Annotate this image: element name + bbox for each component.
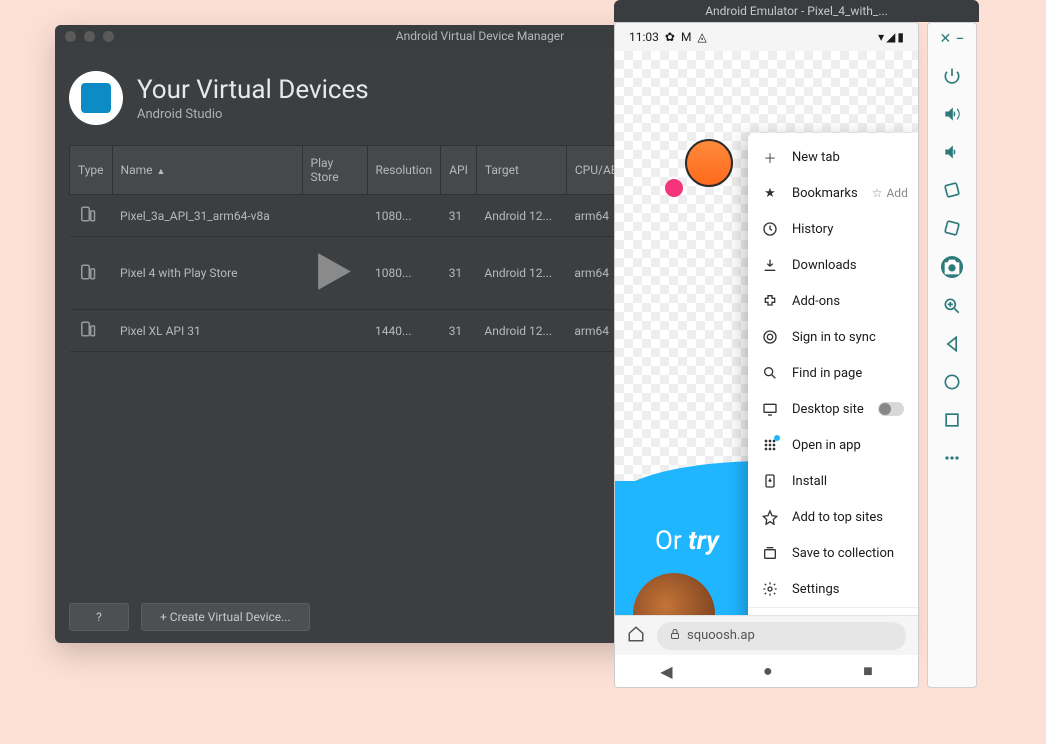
emulator-screen: 11:03 ✿ M ◬ ▾ ◢ ▮ Or try	[614, 22, 919, 688]
help-button[interactable]: ?	[69, 603, 129, 631]
avatar	[685, 139, 733, 187]
menu-history[interactable]: History	[748, 211, 918, 247]
wifi-icon: ▾	[878, 30, 884, 44]
volume-up-icon[interactable]	[942, 104, 962, 124]
volume-down-icon[interactable]	[942, 142, 962, 162]
url-bar: squoosh.ap	[615, 615, 918, 655]
menu-save-collection[interactable]: Save to collection	[748, 535, 918, 571]
col-api[interactable]: API	[441, 146, 477, 195]
collection-icon	[762, 545, 778, 561]
col-playstore[interactable]: Play Store	[302, 146, 367, 195]
url-text: squoosh.ap	[687, 628, 755, 643]
download-icon	[762, 257, 778, 273]
traffic-lights[interactable]	[65, 31, 114, 42]
menu-desktop-site[interactable]: Desktop site	[748, 391, 918, 427]
home-icon[interactable]	[627, 625, 645, 647]
phone-content: Or try ＋New tab ★Bookmarks☆ Add History …	[615, 51, 918, 633]
clock-icon	[762, 221, 778, 237]
nav-recent-button[interactable]: ■	[863, 661, 873, 681]
home-icon[interactable]	[942, 372, 962, 392]
menu-install[interactable]: Install	[748, 463, 918, 499]
star-filled-icon: ★	[762, 185, 778, 201]
menu-find[interactable]: Find in page	[748, 355, 918, 391]
sync-icon	[762, 329, 778, 345]
signal-icon: ◢	[886, 30, 895, 44]
avd-header-subtitle: Android Studio	[137, 107, 369, 122]
overview-icon[interactable]	[942, 410, 962, 430]
statusbar-time: 11:03	[629, 30, 659, 44]
emulator-window-title: Android Emulator - Pixel_4_with_...	[705, 4, 888, 18]
device-icon	[78, 205, 96, 223]
screenshot-icon[interactable]	[941, 256, 963, 278]
zoom-icon[interactable]	[942, 296, 962, 316]
android-navbar: ◀ ● ■	[615, 655, 918, 687]
menu-downloads[interactable]: Downloads	[748, 247, 918, 283]
create-device-button[interactable]: + Create Virtual Device...	[141, 603, 310, 631]
col-name[interactable]: Name▲	[112, 146, 302, 195]
more-icon[interactable]	[942, 448, 962, 468]
browser-menu: ＋New tab ★Bookmarks☆ Add History Downloa…	[748, 133, 918, 633]
hero-text: Or try	[655, 526, 719, 556]
back-icon[interactable]	[942, 334, 962, 354]
lock-icon	[669, 628, 681, 644]
power-icon[interactable]	[942, 66, 962, 86]
url-field[interactable]: squoosh.ap	[657, 622, 906, 650]
desktop-icon	[762, 401, 778, 417]
emulator-minimize-button[interactable]: −	[955, 29, 964, 48]
col-type[interactable]: Type	[70, 146, 113, 195]
menu-addons[interactable]: Add-ons	[748, 283, 918, 319]
avd-header-title: Your Virtual Devices	[137, 75, 369, 105]
search-icon	[762, 365, 778, 381]
menu-bookmarks[interactable]: ★Bookmarks☆ Add	[748, 175, 918, 211]
pin-icon	[762, 509, 778, 525]
triangle-icon: ◬	[697, 30, 706, 44]
device-icon	[78, 320, 96, 338]
grid-icon	[762, 437, 778, 453]
emulator-close-button[interactable]: ✕	[940, 31, 952, 47]
gear-icon	[762, 581, 778, 597]
bookmarks-add[interactable]: ☆ Add	[872, 186, 908, 200]
menu-new-tab[interactable]: ＋New tab	[748, 139, 918, 175]
nav-back-button[interactable]: ◀	[660, 662, 672, 681]
sort-ascending-icon: ▲	[157, 167, 166, 177]
desktop-toggle[interactable]	[878, 402, 904, 416]
battery-icon: ▮	[897, 30, 904, 44]
col-target[interactable]: Target	[476, 146, 566, 195]
menu-settings[interactable]: Settings	[748, 571, 918, 607]
emulator-titlebar: Android Emulator - Pixel_4_with_...	[614, 0, 979, 22]
rotate-left-icon[interactable]	[942, 180, 962, 200]
menu-sign-in[interactable]: Sign in to sync	[748, 319, 918, 355]
mail-icon: M	[681, 30, 691, 44]
menu-add-top-sites[interactable]: Add to top sites	[748, 499, 918, 535]
play-store-icon	[302, 237, 367, 310]
emulator-window: Android Emulator - Pixel_4_with_... 11:0…	[614, 0, 979, 688]
menu-open-app[interactable]: Open in app	[748, 427, 918, 463]
android-studio-logo	[69, 71, 123, 125]
settings-icon: ✿	[665, 30, 675, 44]
device-icon	[78, 263, 96, 281]
rotate-right-icon[interactable]	[942, 218, 962, 238]
emulator-toolbar: ✕ −	[927, 22, 977, 688]
col-resolution[interactable]: Resolution	[367, 146, 441, 195]
plus-icon: ＋	[762, 149, 778, 165]
avd-window-title: Android Virtual Device Manager	[396, 29, 564, 43]
nav-home-button[interactable]: ●	[763, 661, 773, 681]
phone-statusbar: 11:03 ✿ M ◬ ▾ ◢ ▮	[615, 23, 918, 51]
install-icon	[762, 473, 778, 489]
puzzle-icon	[762, 293, 778, 309]
